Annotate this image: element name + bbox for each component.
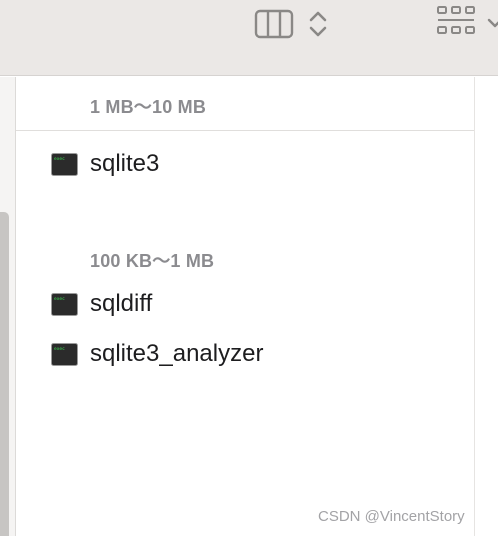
file-name: sqlite3 [90,150,160,177]
window-toolbar [0,0,498,76]
column-view-icon [254,9,294,39]
svg-text:exec: exec [54,347,65,352]
svg-text:exec: exec [54,297,65,302]
column-view-button[interactable] [254,8,294,40]
up-down-chevron-icon [309,11,327,37]
svg-text:exec: exec [54,157,65,162]
grid-view-icon [437,6,475,34]
file-row-sqldiff[interactable]: exec sqldiff [48,288,468,320]
file-row-sqlite3[interactable]: exec sqlite3 [48,148,468,180]
chevron-down-icon [487,18,498,28]
group-divider [16,130,474,131]
file-name: sqlite3_analyzer [90,340,264,367]
group-header-1mb-10mb: 1 MB～10 MB [90,97,207,117]
view-options-stepper[interactable] [306,8,330,40]
exec-icon: exec [51,293,78,316]
group-header-100kb-1mb: 100 KB～1 MB [90,251,215,271]
pane-divider [474,77,475,536]
watermark: CSDN @VincentStory [318,508,465,525]
group-view-button[interactable] [436,4,476,42]
group-view-menu-button[interactable] [486,12,498,34]
scrollbar-thumb[interactable] [0,212,9,536]
file-row-sqlite3-analyzer[interactable]: exec sqlite3_analyzer [48,338,468,370]
file-name: sqldiff [90,290,153,317]
exec-icon: exec [51,153,78,176]
exec-icon: exec [51,343,78,366]
